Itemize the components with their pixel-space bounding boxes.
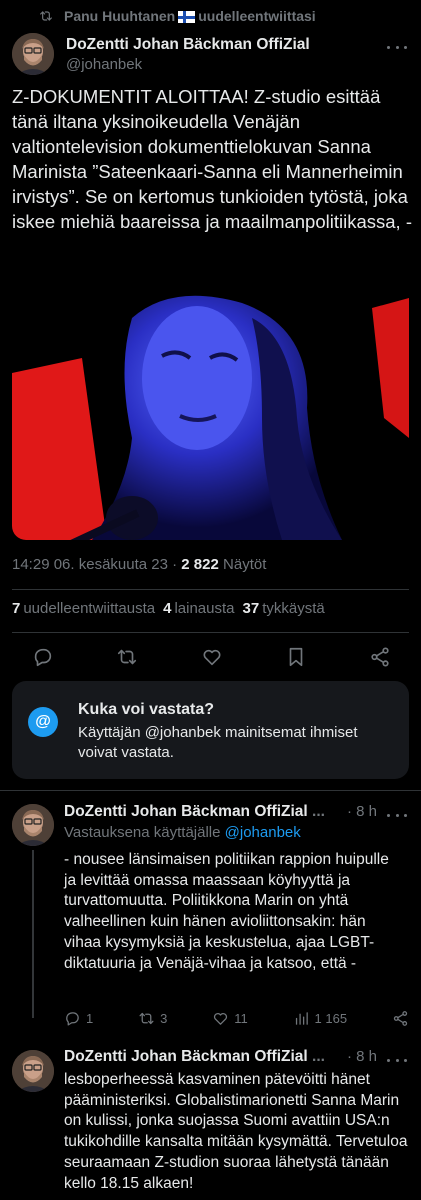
divider (0, 790, 421, 791)
reply-author-name[interactable]: DoZentti Johan Bäckman OffiZial ... (64, 1048, 325, 1066)
reply-time[interactable]: · 8 h (347, 803, 377, 820)
share-icon (371, 647, 389, 667)
reply-author-name[interactable]: DoZentti Johan Bäckman OffiZial ... (64, 803, 325, 821)
views-button[interactable]: 1 165 (293, 1010, 348, 1027)
retweet-button[interactable]: 3 (138, 1010, 167, 1027)
retweet-button[interactable] (116, 646, 138, 668)
avatar-image (12, 33, 54, 75)
retweet-count: 3 (160, 1010, 168, 1026)
reply-time[interactable]: · 8 h (347, 1048, 377, 1065)
retweeter-name[interactable]: Panu Huuhtanen (64, 8, 175, 24)
retweet-icon (118, 649, 137, 665)
at-icon: @ (28, 707, 58, 737)
reply-restriction-card: @ Kuka voi vastata? Käyttäjän @johanbek … (12, 681, 409, 779)
retweet-icon (40, 11, 52, 21)
heart-icon (214, 1012, 228, 1025)
bookmark-button[interactable] (285, 646, 307, 668)
tweet-stats: 7 uudelleentwiittausta 4 lainausta 37 tykkä… (12, 600, 325, 617)
reply-restriction-title: Kuka voi vastata? (78, 701, 215, 718)
like-button[interactable] (201, 646, 223, 668)
retweet-icon (139, 1012, 154, 1024)
reply-icon (66, 1011, 79, 1026)
finland-flag-icon (178, 11, 196, 24)
bookmark-icon (289, 647, 303, 667)
divider (12, 589, 409, 590)
retweets-stat[interactable]: 7 uudelleentwiittausta (12, 600, 155, 617)
tweet-timestamp[interactable]: 14:29 06. kesäkuuta 23 · (12, 556, 181, 573)
like-button[interactable]: 11 (212, 1010, 248, 1027)
quotes-stat[interactable]: 4 lainausta (163, 600, 234, 617)
tweet-media-image[interactable] (12, 278, 409, 540)
reply-action-bar: 1 3 11 1 165 (64, 1008, 409, 1028)
share-button[interactable] (369, 646, 391, 668)
reply-count: 1 (86, 1010, 94, 1026)
tweet-author-handle[interactable]: @johanbek (66, 56, 142, 73)
tweet-meta: 14:29 06. kesäkuuta 23 · 2 822 Näytöt (12, 556, 266, 573)
reply-author-avatar[interactable] (12, 1050, 54, 1092)
reply-restriction-text: Käyttäjän @johanbek mainitsemat ihmiset … (78, 724, 358, 761)
reply-button[interactable]: 1 (64, 1010, 93, 1027)
retweet-header: Panu Huuhtanen uudelleentwiittasi (38, 6, 316, 26)
views-count: 1 165 (314, 1010, 348, 1026)
views-count: 2 822 (181, 556, 219, 573)
likes-stat[interactable]: 37 tykkäystä (243, 600, 325, 617)
replying-to-handle[interactable]: @johanbek (225, 824, 301, 841)
reply-text: lesboperheessä kasvaminen pätevöitti hän… (64, 1071, 408, 1192)
reply-author-avatar[interactable] (12, 804, 54, 846)
replying-to-line: Vastauksena käyttäjälle @johanbek (64, 824, 301, 841)
views-label: Näytöt (223, 556, 267, 573)
more-options-icon[interactable] (387, 808, 407, 822)
divider (12, 632, 409, 633)
share-icon (393, 1010, 408, 1026)
more-options-icon[interactable] (387, 1053, 407, 1067)
retweet-action-label: uudelleentwiittasi (198, 8, 316, 24)
share-button[interactable] (392, 1010, 409, 1027)
more-options-icon[interactable] (387, 40, 407, 54)
tweet-action-bar (12, 640, 409, 674)
reply-icon (34, 648, 52, 667)
like-count: 11 (234, 1010, 248, 1026)
author-avatar[interactable] (12, 33, 54, 75)
thread-connector (32, 850, 34, 1018)
tweet-text: Z-DOKUMENTIT ALOITTAA! Z-studio esittää … (12, 86, 412, 232)
heart-icon (203, 649, 220, 666)
analytics-icon (295, 1011, 308, 1025)
tweet-author-name[interactable]: DoZentti Johan Bäckman OffiZial (66, 36, 310, 54)
reply-button[interactable] (32, 646, 54, 668)
reply-text: - nousee länsimaisen politiikan rappion … (64, 851, 389, 972)
